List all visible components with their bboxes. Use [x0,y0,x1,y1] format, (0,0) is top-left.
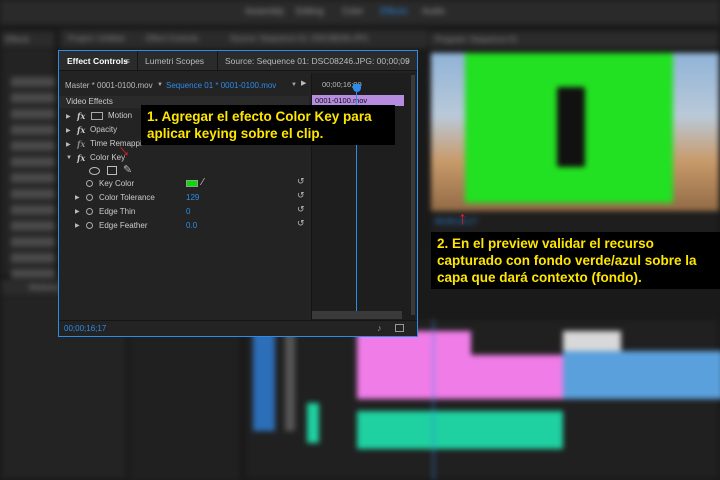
effect-motion[interactable]: Motion [108,111,132,120]
expand-triangle-icon[interactable]: ▶ [66,127,71,134]
expand-triangle-icon[interactable]: ▶ [66,113,71,120]
hamburger-icon[interactable]: ≡ [125,56,130,66]
chevron-down-icon[interactable]: ▼ [157,82,163,88]
timeline-clip-gray[interactable] [563,331,621,353]
edge-feather-value[interactable]: 0.0 [186,221,197,230]
fx-badge-icon[interactable]: fx [77,125,85,135]
program-monitor-bg: Program: Sequence 01 00;00;16;17 [428,30,720,242]
effects-tab-bg[interactable]: Effects [5,35,29,44]
fx-badge-icon[interactable]: fx [77,139,85,149]
motion-transform-icon[interactable] [91,112,103,120]
stopwatch-icon[interactable] [86,208,93,215]
video-effects-label: Video Effects [66,97,113,106]
double-chevron-right-icon[interactable]: » [405,56,410,66]
audio-scrub-icon[interactable]: ♪ [377,323,382,333]
track-targets-bg [253,331,275,431]
sequence-clip-label[interactable]: Sequence 01 * 0001-0100.mov [166,81,276,90]
ellipse-mask-icon[interactable] [89,167,100,175]
timeline-panel-bg [244,318,720,480]
effect-controls-tab-bg[interactable]: Effect Controls [146,34,198,43]
prop-key-color: Key Color [99,179,135,188]
reset-icon[interactable]: ↺ [297,218,305,229]
effect-controls-tabbar: Effect Controls ≡ Lumetri Scopes Source:… [59,51,417,71]
expand-triangle-icon[interactable]: ▶ [75,194,80,201]
annotation-note-2: 2. En el preview validar el recurso capt… [431,232,720,289]
prop-edge-thin: Edge Thin [99,207,136,216]
track-lock-bg [285,331,295,431]
red-arrow-icon: ↑ [458,208,467,228]
collapse-triangle-icon[interactable]: ▼ [66,155,72,161]
effect-color-key[interactable]: Color Key [90,153,125,162]
effect-opacity[interactable]: Opacity [90,125,117,134]
timeline-clip-pink[interactable] [357,355,563,399]
current-timecode[interactable]: 00;00;16;17 [64,324,106,333]
stopwatch-icon[interactable] [86,180,93,187]
workspace-tab-audio[interactable]: Audio [422,6,445,18]
timeline-clip-blue[interactable] [563,351,720,399]
expand-triangle-icon[interactable]: ▶ [75,222,80,229]
workspace-tab-color[interactable]: Color [342,6,364,18]
vertical-scrollbar[interactable] [411,75,415,315]
reset-icon[interactable]: ↺ [297,176,305,187]
effects-panel-bg: Effects [0,30,56,295]
prop-edge-feather: Edge Feather [99,221,148,230]
export-frame-icon[interactable] [395,324,404,332]
top-tabbar-bg: Project: Untitled Effect Controls Source… [60,30,430,48]
workspace-tab-assembly[interactable]: Assembly [245,6,284,18]
workspace-menubar: Assembly Editing Color Effects Audio [0,0,720,26]
timeline-playhead[interactable] [433,319,434,480]
markers-tab[interactable]: Markers [29,283,58,292]
stopwatch-icon[interactable] [86,222,93,229]
pen-mask-icon[interactable]: ✎ [123,163,132,176]
stopwatch-icon[interactable] [86,194,93,201]
color-tolerance-value[interactable]: 129 [186,193,199,202]
workspace-tab-effects[interactable]: Effects [380,6,407,18]
fx-badge-icon[interactable]: fx [77,153,85,163]
source-sequence-row: Master * 0001-0100.mov ▼ Sequence 01 * 0… [59,79,309,93]
timeline-scrollbar[interactable] [312,311,402,319]
reset-icon[interactable]: ↺ [297,204,305,215]
rectangle-mask-icon[interactable] [107,166,117,175]
effect-controls-footer: 00;00;16;17 ♪ [59,320,417,336]
edge-thin-value[interactable]: 0 [186,207,190,216]
annotation-note-1: 1. Agregar el efecto Color Key para apli… [141,105,395,145]
effect-controls-panel: Effect Controls ≡ Lumetri Scopes Source:… [58,50,418,337]
eyedropper-icon[interactable]: ⁄ [202,177,204,188]
project-tab-bg[interactable]: Project: Untitled [68,34,124,43]
tab-effect-controls[interactable]: Effect Controls [67,56,128,66]
timeline-headers-bg [130,318,240,480]
tab-lumetri-scopes[interactable]: Lumetri Scopes [145,56,204,66]
green-screen-layer [465,53,673,203]
prop-color-tolerance: Color Tolerance [99,193,155,202]
workspace-tab-editing[interactable]: Editing [296,6,324,18]
program-timecode: 00;00;16;17 [435,217,478,226]
program-monitor-title: Program: Sequence 01 [435,35,518,44]
fx-badge-icon[interactable]: fx [77,111,85,121]
master-clip-label[interactable]: Master * 0001-0100.mov [65,81,153,90]
expand-triangle-icon[interactable]: ▶ [75,208,80,215]
playhead-handle[interactable] [353,84,361,92]
key-color-swatch[interactable] [186,180,198,187]
reset-icon[interactable]: ↺ [297,190,305,201]
tab-source[interactable]: Source: Sequence 01: DSC08246.JPG: 00;00… [225,56,410,66]
expand-triangle-icon[interactable]: ▶ [66,141,71,148]
play-only-clip-icon[interactable]: ▶ [301,79,306,87]
timeline-audio-small[interactable] [307,403,319,443]
chevron-down-icon[interactable]: ▼ [291,82,297,88]
phone-object [557,87,585,167]
timeline-audio-clip[interactable] [357,411,563,449]
source-tab-bg[interactable]: Source: Sequence 01: DSC08246.JPG [230,34,368,43]
